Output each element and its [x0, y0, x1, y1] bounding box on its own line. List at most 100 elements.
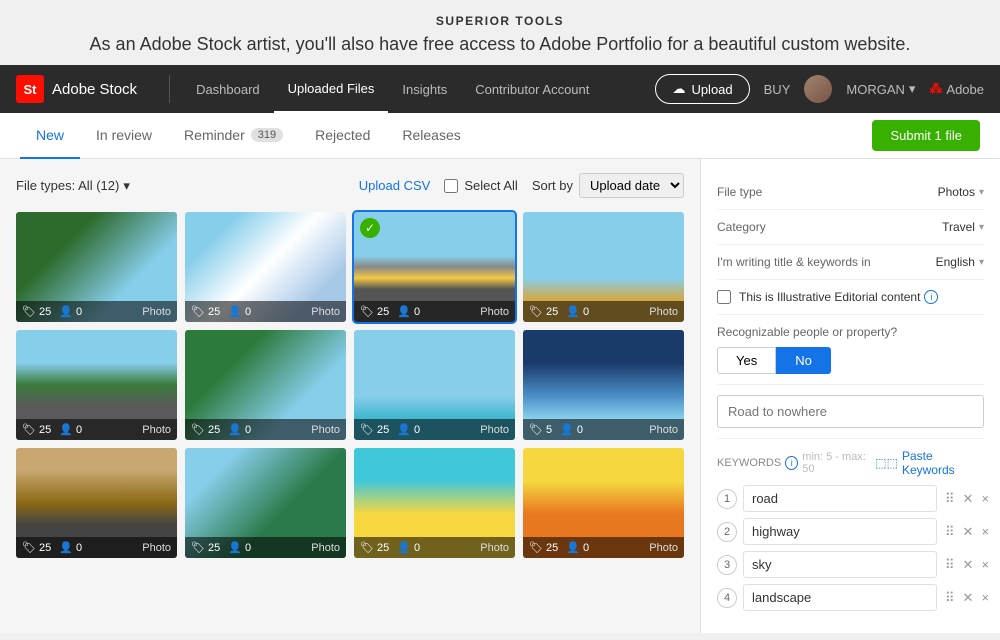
nav-contributor-account[interactable]: Contributor Account: [461, 65, 603, 113]
keyword-input-4[interactable]: [743, 584, 937, 611]
drag-icon[interactable]: ⠿: [943, 588, 957, 608]
chevron-down-icon: ▾: [909, 81, 916, 97]
sort-select[interactable]: Upload date: [579, 173, 684, 198]
edit-icon[interactable]: ✕: [961, 588, 976, 608]
chevron-down-icon: ▾: [979, 187, 984, 198]
keyword-actions-4: ⠿ ✕ ×: [943, 588, 991, 608]
adobe-logo: ⁂ Adobe: [929, 81, 984, 97]
nav-divider: [169, 75, 170, 103]
upload-button[interactable]: ☁ Upload: [655, 74, 749, 104]
keyword-num-3: 3: [717, 555, 737, 575]
file-type-value[interactable]: Photos ▾: [938, 185, 984, 199]
chevron-down-icon: ▾: [123, 178, 130, 194]
tab-rejected[interactable]: Rejected: [299, 113, 386, 159]
upload-csv-link[interactable]: Upload CSV: [359, 178, 431, 193]
yes-button[interactable]: Yes: [717, 347, 776, 374]
keyword-num-1: 1: [717, 489, 737, 509]
tab-new[interactable]: New: [20, 113, 80, 159]
keyword-input-2[interactable]: [743, 518, 937, 545]
nav-dashboard[interactable]: Dashboard: [182, 65, 274, 113]
keyword-row-2: 2 ⠿ ✕ ×: [717, 518, 984, 545]
tab-in-review[interactable]: In review: [80, 113, 168, 159]
file-controls: File types: All (12) ▾ Upload CSV Select…: [16, 173, 684, 198]
edit-icon[interactable]: ✕: [961, 489, 976, 509]
delete-icon[interactable]: ×: [979, 489, 991, 508]
paste-keywords-button[interactable]: ⬚⬚ Paste Keywords: [875, 449, 984, 477]
left-panel: File types: All (12) ▾ Upload CSV Select…: [0, 159, 700, 633]
delete-icon[interactable]: ×: [979, 588, 991, 607]
keywords-header: KEYWORDS i min: 5 - max: 50 ⬚⬚ Paste Key…: [717, 439, 984, 485]
tabs-bar: New In review Reminder 319 Rejected Rele…: [0, 113, 1000, 159]
category-label: Category: [717, 220, 766, 234]
image-card[interactable]: 🏷 25👤 0 Photo: [185, 212, 346, 322]
file-type-row: File type Photos ▾: [717, 175, 984, 210]
recognizable-row: Recognizable people or property? Yes No: [717, 315, 984, 385]
image-grid: 🏷 25👤 0 Photo 🏷 25👤 0 Photo ✓ 🏷 25👤 0 Ph…: [16, 212, 684, 558]
drag-icon[interactable]: ⠿: [943, 489, 957, 509]
submit-button[interactable]: Submit 1 file: [872, 120, 980, 151]
recognizable-label: Recognizable people or property?: [717, 325, 984, 339]
title-input-wrap: [717, 385, 984, 439]
keyword-input-3[interactable]: [743, 551, 937, 578]
logo-text: Adobe Stock: [52, 81, 137, 98]
buy-link[interactable]: BUY: [764, 82, 791, 97]
drag-icon[interactable]: ⠿: [943, 522, 957, 542]
image-card[interactable]: 🏷 25👤 0 Photo: [16, 212, 177, 322]
user-menu[interactable]: MORGAN ▾: [846, 81, 915, 97]
category-row: Category Travel ▾: [717, 210, 984, 245]
tab-releases[interactable]: Releases: [386, 113, 476, 159]
paste-icon: ⬚⬚: [875, 456, 898, 470]
title-input[interactable]: [717, 395, 984, 428]
language-label: I'm writing title & keywords in: [717, 255, 871, 269]
select-all-checkbox[interactable]: [444, 179, 458, 193]
content-area: File types: All (12) ▾ Upload CSV Select…: [0, 159, 1000, 633]
keyword-actions-1: ⠿ ✕ ×: [943, 489, 991, 509]
image-card[interactable]: ✓ 🏷 25👤 0 Photo: [354, 212, 515, 322]
keyword-row-4: 4 ⠿ ✕ ×: [717, 584, 984, 611]
select-all-control[interactable]: Select All: [444, 178, 517, 193]
keywords-info-icon[interactable]: i: [785, 456, 798, 470]
recognizable-buttons: Yes No: [717, 347, 984, 374]
navbar: St Adobe Stock Dashboard Uploaded Files …: [0, 65, 1000, 113]
selected-check-icon: ✓: [360, 218, 380, 238]
image-card[interactable]: 🏷 25👤 0 Photo: [185, 448, 346, 558]
image-card[interactable]: 🏷 25👤 0 Photo: [523, 212, 684, 322]
category-value[interactable]: Travel ▾: [942, 220, 984, 234]
info-icon[interactable]: i: [924, 290, 938, 304]
image-card[interactable]: 🏷 25👤 0 Photo: [16, 448, 177, 558]
image-card[interactable]: 🏷 25👤 0 Photo: [16, 330, 177, 440]
tab-reminder[interactable]: Reminder 319: [168, 113, 299, 159]
image-card[interactable]: 🏷 25👤 0 Photo: [185, 330, 346, 440]
keyword-num-2: 2: [717, 522, 737, 542]
brand-name: SUPERIOR TOOLS: [20, 14, 980, 28]
keyword-actions-3: ⠿ ✕ ×: [943, 555, 991, 575]
chevron-down-icon: ▾: [979, 222, 984, 233]
edit-icon[interactable]: ✕: [961, 522, 976, 542]
nav-links: Dashboard Uploaded Files Insights Contri…: [182, 65, 655, 113]
keywords-label: KEYWORDS i min: 5 - max: 50: [717, 451, 875, 475]
sort-by-control: Sort by Upload date: [532, 173, 684, 198]
cloud-upload-icon: ☁: [672, 81, 685, 97]
nav-uploaded-files[interactable]: Uploaded Files: [274, 65, 389, 113]
top-banner: SUPERIOR TOOLS As an Adobe Stock artist,…: [0, 0, 1000, 65]
drag-icon[interactable]: ⠿: [943, 555, 957, 575]
edit-icon[interactable]: ✕: [961, 555, 976, 575]
reminder-badge: 319: [251, 128, 283, 142]
keyword-num-4: 4: [717, 588, 737, 608]
language-value[interactable]: English ▾: [936, 255, 984, 269]
delete-icon[interactable]: ×: [979, 522, 991, 541]
keyword-input-1[interactable]: [743, 485, 937, 512]
tagline: As an Adobe Stock artist, you'll also ha…: [20, 34, 980, 55]
image-card[interactable]: 🏷 25👤 0 Photo: [354, 330, 515, 440]
no-button[interactable]: No: [776, 347, 831, 374]
image-card[interactable]: 🏷 25👤 0 Photo: [354, 448, 515, 558]
delete-icon[interactable]: ×: [979, 555, 991, 574]
nav-insights[interactable]: Insights: [388, 65, 461, 113]
image-card[interactable]: 🏷 25👤 0 Photo: [523, 448, 684, 558]
image-card[interactable]: 🏷 5👤 0 Photo: [523, 330, 684, 440]
editorial-checkbox[interactable]: [717, 290, 731, 304]
editorial-label: This is Illustrative Editorial content i: [739, 290, 938, 304]
file-types-filter[interactable]: File types: All (12) ▾: [16, 178, 130, 194]
keyword-row-1: 1 ⠿ ✕ ×: [717, 485, 984, 512]
keyword-row-3: 3 ⠿ ✕ ×: [717, 551, 984, 578]
